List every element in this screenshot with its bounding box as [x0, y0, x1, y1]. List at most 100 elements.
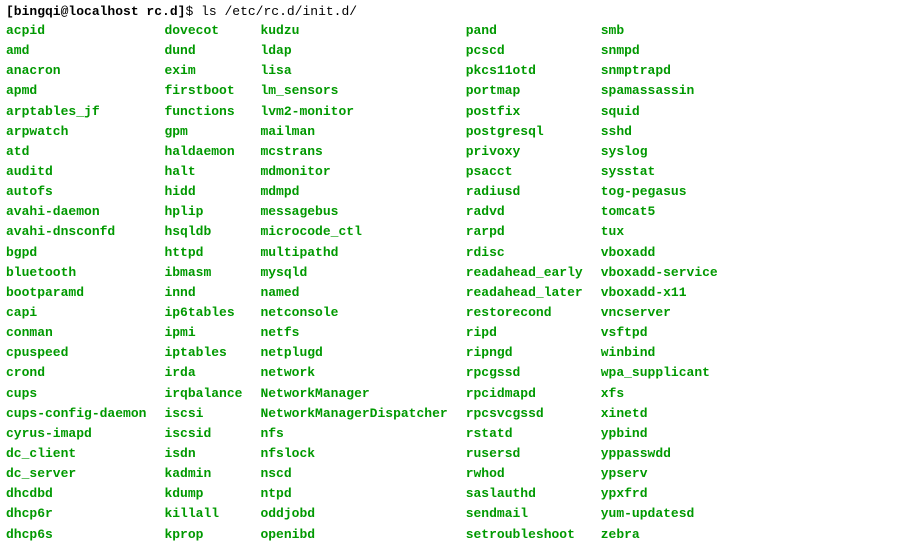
ls-entry: zebra	[601, 525, 718, 545]
ls-entry: arpwatch	[6, 122, 146, 142]
ls-entry: microcode_ctl	[260, 222, 447, 242]
ls-entry: yppasswdd	[601, 444, 718, 464]
ls-entry: exim	[164, 61, 242, 81]
ls-entry: xfs	[601, 384, 718, 404]
ls-entry: openibd	[260, 525, 447, 545]
ls-entry: sshd	[601, 122, 718, 142]
ls-entry: vboxadd-x11	[601, 283, 718, 303]
ls-entry: sysstat	[601, 162, 718, 182]
ls-entry: dhcp6s	[6, 525, 146, 545]
ls-entry: innd	[164, 283, 242, 303]
ls-entry: autofs	[6, 182, 146, 202]
ls-entry: anacron	[6, 61, 146, 81]
ls-entry: bluetooth	[6, 263, 146, 283]
ls-entry: mdmpd	[260, 182, 447, 202]
ls-entry: snmpd	[601, 41, 718, 61]
ls-entry: ypbind	[601, 424, 718, 444]
ls-column: dovecotdundeximfirstbootfunctionsgpmhald…	[164, 21, 242, 545]
ls-entry: netfs	[260, 323, 447, 343]
ls-entry: pcscd	[466, 41, 583, 61]
ls-entry: dc_server	[6, 464, 146, 484]
ls-output: acpidamdanacronapmdarptables_jfarpwatcha…	[6, 21, 908, 545]
ls-entry: haldaemon	[164, 142, 242, 162]
ls-entry: saslauthd	[466, 484, 583, 504]
ls-entry: kadmin	[164, 464, 242, 484]
ls-entry: netplugd	[260, 343, 447, 363]
ls-column: kudzuldaplisalm_sensorslvm2-monitormailm…	[260, 21, 447, 545]
ls-entry: sendmail	[466, 504, 583, 524]
ls-entry: capi	[6, 303, 146, 323]
ls-entry: ibmasm	[164, 263, 242, 283]
ls-entry: acpid	[6, 21, 146, 41]
ls-entry: dhcdbd	[6, 484, 146, 504]
ls-entry: mailman	[260, 122, 447, 142]
ls-entry: auditd	[6, 162, 146, 182]
ls-entry: dc_client	[6, 444, 146, 464]
ls-entry: httpd	[164, 243, 242, 263]
ls-entry: oddjobd	[260, 504, 447, 524]
ls-entry: iscsid	[164, 424, 242, 444]
ls-entry: dhcp6r	[6, 504, 146, 524]
ls-entry: ypserv	[601, 464, 718, 484]
ls-entry: NetworkManagerDispatcher	[260, 404, 447, 424]
ls-entry: yum-updatesd	[601, 504, 718, 524]
ls-column: smbsnmpdsnmptrapdspamassassinsquidsshdsy…	[601, 21, 718, 545]
ls-entry: ldap	[260, 41, 447, 61]
ls-entry: avahi-dnsconfd	[6, 222, 146, 242]
ls-entry: dovecot	[164, 21, 242, 41]
ls-entry: amd	[6, 41, 146, 61]
ls-entry: ipmi	[164, 323, 242, 343]
ls-entry: tux	[601, 222, 718, 242]
ls-entry: snmptrapd	[601, 61, 718, 81]
ls-entry: rarpd	[466, 222, 583, 242]
ls-entry: kdump	[164, 484, 242, 504]
ls-entry: radiusd	[466, 182, 583, 202]
ls-entry: cups-config-daemon	[6, 404, 146, 424]
prompt-symbol: $	[185, 4, 193, 19]
ls-entry: bootparamd	[6, 283, 146, 303]
ls-entry: wpa_supplicant	[601, 363, 718, 383]
ls-entry: mdmonitor	[260, 162, 447, 182]
ls-entry: mcstrans	[260, 142, 447, 162]
ls-entry: cyrus-imapd	[6, 424, 146, 444]
ls-entry: tog-pegasus	[601, 182, 718, 202]
ls-entry: xinetd	[601, 404, 718, 424]
ls-entry: readahead_later	[466, 283, 583, 303]
ls-entry: dund	[164, 41, 242, 61]
ls-entry: rwhod	[466, 464, 583, 484]
ls-entry: iptables	[164, 343, 242, 363]
prompt-command: ls /etc/rc.d/init.d/	[201, 4, 357, 19]
ls-entry: postgresql	[466, 122, 583, 142]
ls-entry: spamassassin	[601, 81, 718, 101]
ls-entry: rpcsvcgssd	[466, 404, 583, 424]
ls-entry: nfs	[260, 424, 447, 444]
ls-entry: avahi-daemon	[6, 202, 146, 222]
ls-entry: killall	[164, 504, 242, 524]
ls-entry: functions	[164, 102, 242, 122]
ls-entry: gpm	[164, 122, 242, 142]
ls-entry: ripd	[466, 323, 583, 343]
ls-entry: irqbalance	[164, 384, 242, 404]
ls-entry: netconsole	[260, 303, 447, 323]
prompt-userhost: [bingqi@localhost rc.d]	[6, 4, 185, 19]
ls-entry: restorecond	[466, 303, 583, 323]
ls-entry: nfslock	[260, 444, 447, 464]
ls-entry: lm_sensors	[260, 81, 447, 101]
ls-entry: rpcidmapd	[466, 384, 583, 404]
ls-entry: rdisc	[466, 243, 583, 263]
ls-entry: hidd	[164, 182, 242, 202]
ls-entry: atd	[6, 142, 146, 162]
ls-entry: radvd	[466, 202, 583, 222]
ls-entry: tomcat5	[601, 202, 718, 222]
ls-entry: kudzu	[260, 21, 447, 41]
ls-entry: vsftpd	[601, 323, 718, 343]
ls-entry: lvm2-monitor	[260, 102, 447, 122]
ls-entry: pand	[466, 21, 583, 41]
ls-entry: named	[260, 283, 447, 303]
ls-entry: hplip	[164, 202, 242, 222]
ls-entry: postfix	[466, 102, 583, 122]
ls-entry: ypxfrd	[601, 484, 718, 504]
shell-prompt-line: [bingqi@localhost rc.d]$ ls /etc/rc.d/in…	[6, 4, 908, 19]
ls-column: acpidamdanacronapmdarptables_jfarpwatcha…	[6, 21, 146, 545]
ls-entry: winbind	[601, 343, 718, 363]
